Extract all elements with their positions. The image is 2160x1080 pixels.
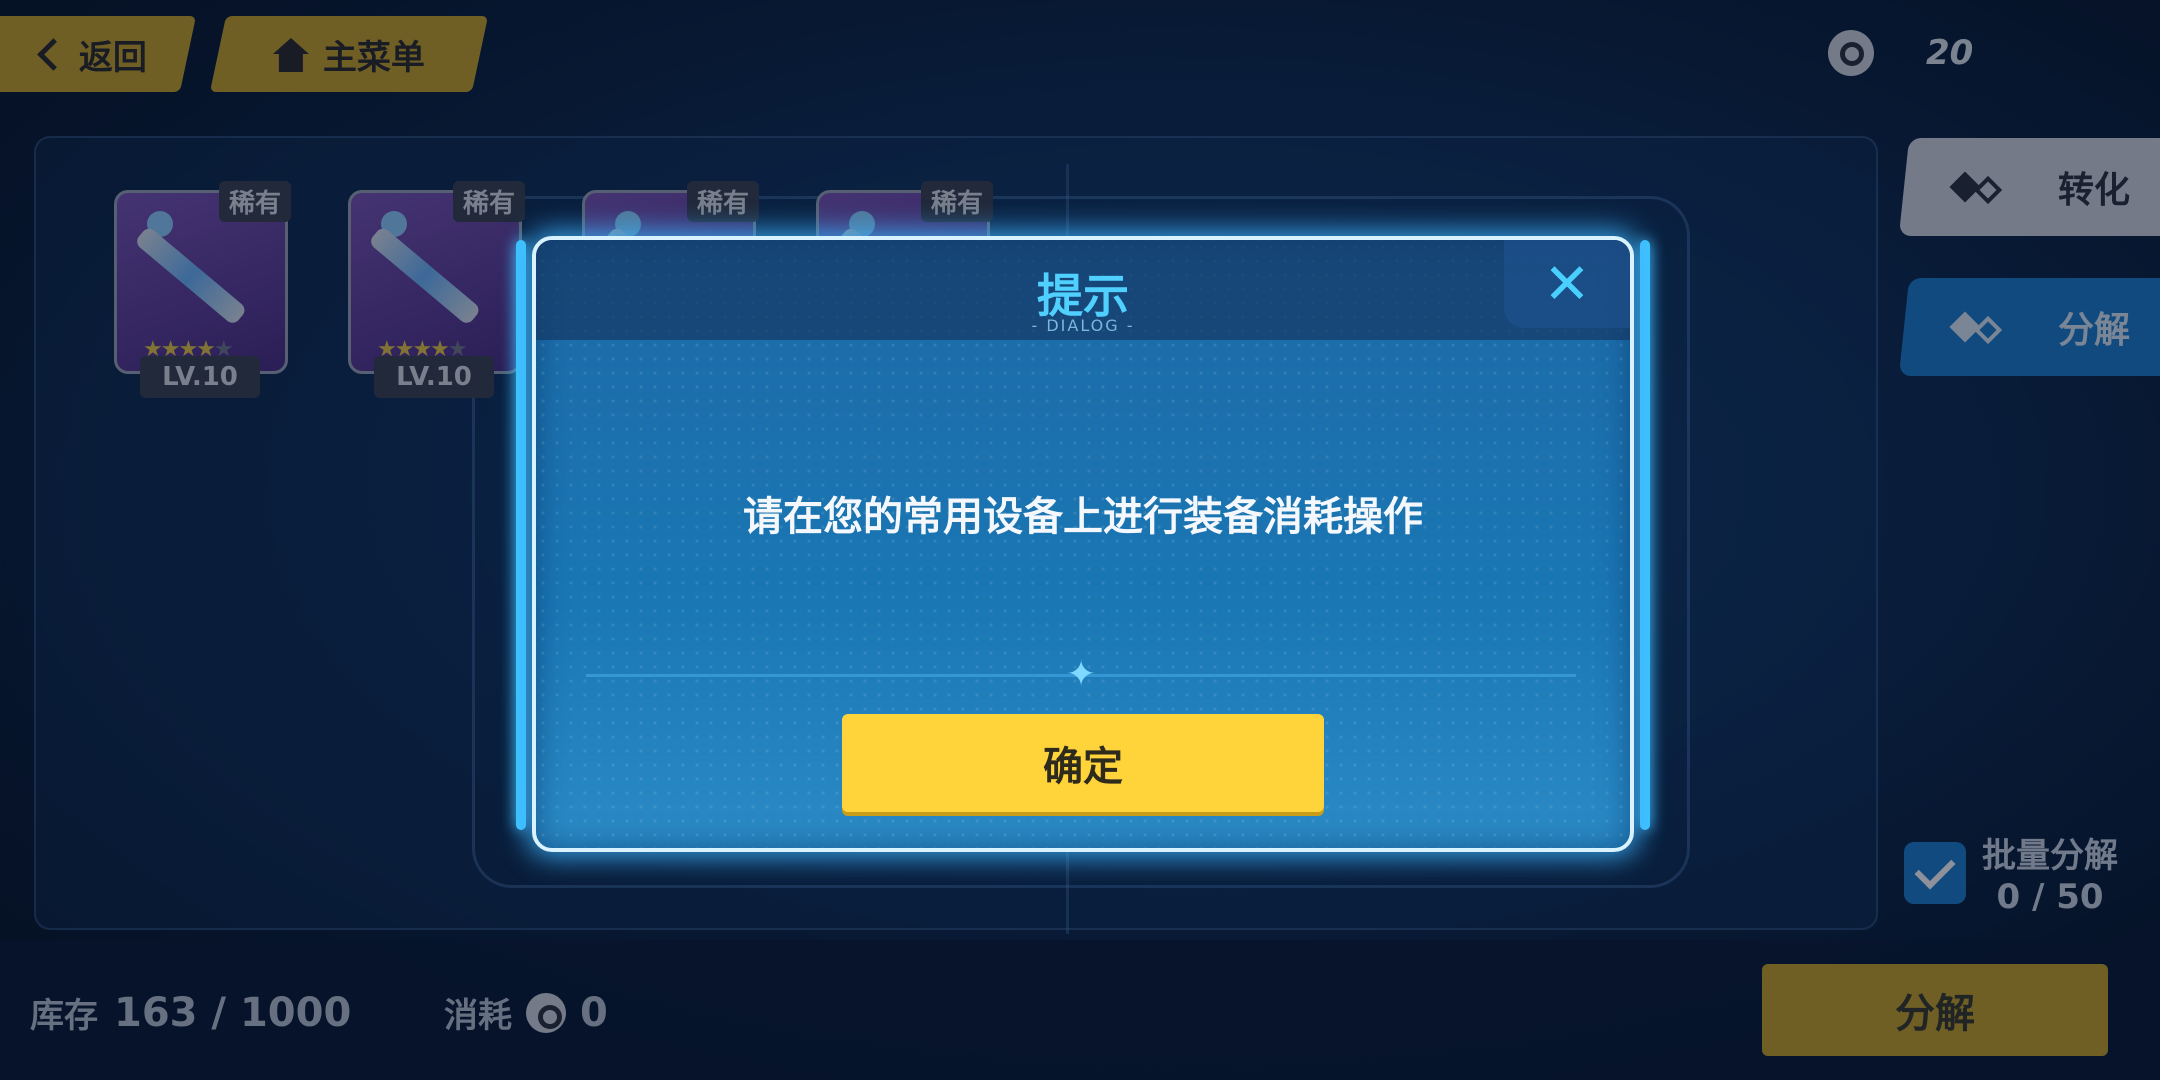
sparkle-icon: ✦	[1066, 654, 1097, 695]
dialog-message: 请在您的常用设备上进行装备消耗操作	[743, 494, 1423, 540]
close-icon[interactable]: ✕	[1504, 240, 1630, 328]
dialog: 提示 - DIALOG - ✕ 请在您的常用设备上进行装备消耗操作 ✦ 确定	[532, 236, 1634, 852]
dialog-glow-right	[1640, 240, 1650, 830]
dialog-glow-left	[516, 240, 526, 830]
dialog-subtitle: - DIALOG -	[1031, 316, 1135, 335]
confirm-button[interactable]: 确定	[842, 714, 1324, 812]
